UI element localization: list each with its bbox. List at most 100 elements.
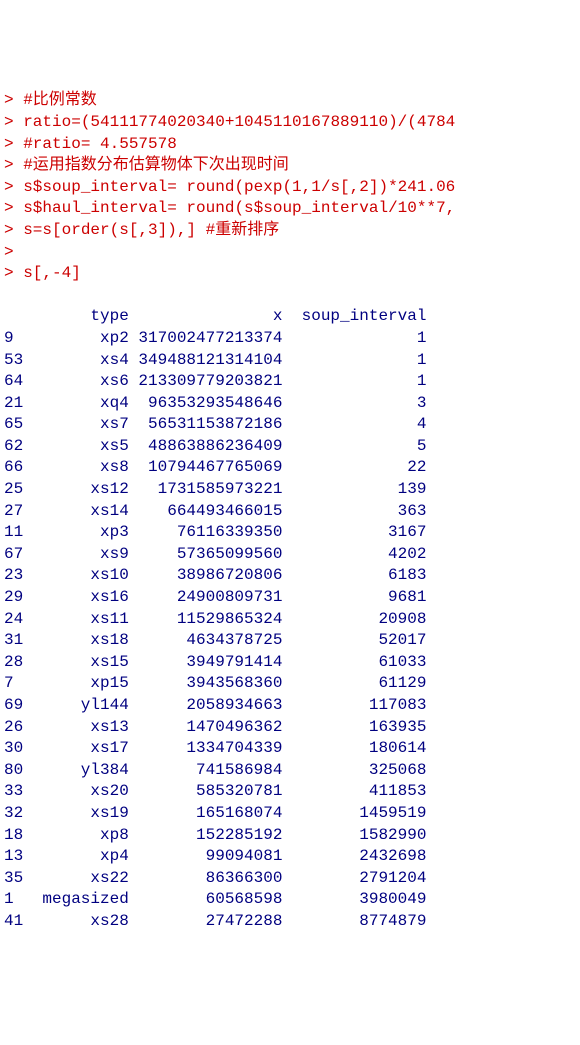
table-row: 1megasized605685983980049	[4, 889, 580, 911]
row-index: 53	[4, 350, 33, 372]
table-header: typexsoup_interval	[4, 306, 580, 328]
row-soup-interval: 3	[282, 393, 426, 415]
row-type: xs19	[33, 803, 129, 825]
console-output: > #比例常数> ratio=(54111774020340+104511016…	[4, 90, 580, 284]
row-index: 80	[4, 760, 33, 782]
row-type: xs14	[33, 501, 129, 523]
row-x: 213309779203821	[129, 371, 283, 393]
row-soup-interval: 363	[282, 501, 426, 523]
table-row: 66xs81079446776506922	[4, 457, 580, 479]
row-soup-interval: 2432698	[282, 846, 426, 868]
row-x: 2058934663	[129, 695, 283, 717]
row-index: 24	[4, 609, 33, 631]
row-type: xs11	[33, 609, 129, 631]
row-soup-interval: 5	[282, 436, 426, 458]
row-type: xs16	[33, 587, 129, 609]
table-row: 27xs14664493466015363	[4, 501, 580, 523]
row-index: 1	[4, 889, 33, 911]
row-soup-interval: 9681	[282, 587, 426, 609]
console-line: > s$soup_interval= round(pexp(1,1/s[,2])…	[4, 177, 580, 199]
row-x: 86366300	[129, 868, 283, 890]
table-row: 13xp4990940812432698	[4, 846, 580, 868]
row-x: 48863886236409	[129, 436, 283, 458]
table-row: 53xs43494881213141041	[4, 350, 580, 372]
row-soup-interval: 117083	[282, 695, 426, 717]
row-soup-interval: 139	[282, 479, 426, 501]
table-row: 11xp3761163393503167	[4, 522, 580, 544]
row-x: 317002477213374	[129, 328, 283, 350]
row-index: 23	[4, 565, 33, 587]
table-row: 80yl384741586984325068	[4, 760, 580, 782]
table-row: 64xs62133097792038211	[4, 371, 580, 393]
row-x: 1334704339	[129, 738, 283, 760]
row-soup-interval: 4202	[282, 544, 426, 566]
row-x: 10794467765069	[129, 457, 283, 479]
row-type: xp2	[33, 328, 129, 350]
row-index: 26	[4, 717, 33, 739]
row-index: 69	[4, 695, 33, 717]
row-type: xp3	[33, 522, 129, 544]
row-index: 29	[4, 587, 33, 609]
row-index: 64	[4, 371, 33, 393]
row-x: 57365099560	[129, 544, 283, 566]
row-x: 3943568360	[129, 673, 283, 695]
row-type: xs6	[33, 371, 129, 393]
row-x: 664493466015	[129, 501, 283, 523]
row-x: 24900809731	[129, 587, 283, 609]
table-row: 69yl1442058934663117083	[4, 695, 580, 717]
console-line: >	[4, 242, 580, 264]
row-soup-interval: 325068	[282, 760, 426, 782]
row-index: 31	[4, 630, 33, 652]
row-type: xp8	[33, 825, 129, 847]
console-line: > s=s[order(s[,3]),] #重新排序	[4, 220, 580, 242]
table-row: 31xs18463437872552017	[4, 630, 580, 652]
row-x: 585320781	[129, 781, 283, 803]
row-type: xs10	[33, 565, 129, 587]
row-type: xs5	[33, 436, 129, 458]
row-index: 67	[4, 544, 33, 566]
row-x: 60568598	[129, 889, 283, 911]
table-row: 18xp81522851921582990	[4, 825, 580, 847]
col-type-header: type	[33, 306, 129, 328]
row-soup-interval: 61033	[282, 652, 426, 674]
row-x: 1470496362	[129, 717, 283, 739]
row-soup-interval: 1	[282, 328, 426, 350]
row-type: megasized	[33, 889, 129, 911]
row-type: xs7	[33, 414, 129, 436]
console-line: > #运用指数分布估算物体下次出现时间	[4, 155, 580, 177]
row-type: xp4	[33, 846, 129, 868]
row-index: 30	[4, 738, 33, 760]
row-x: 741586984	[129, 760, 283, 782]
row-type: xs4	[33, 350, 129, 372]
row-index: 13	[4, 846, 33, 868]
table-row: 7xp15394356836061129	[4, 673, 580, 695]
row-soup-interval: 3980049	[282, 889, 426, 911]
col-x-header: x	[129, 306, 283, 328]
table-row: 28xs15394979141461033	[4, 652, 580, 674]
row-soup-interval: 1582990	[282, 825, 426, 847]
row-type: xp15	[33, 673, 129, 695]
console-line: > ratio=(54111774020340+1045110167889110…	[4, 112, 580, 134]
row-soup-interval: 2791204	[282, 868, 426, 890]
row-index: 32	[4, 803, 33, 825]
row-index: 35	[4, 868, 33, 890]
row-x: 27472288	[129, 911, 283, 933]
row-soup-interval: 1459519	[282, 803, 426, 825]
row-type: xs8	[33, 457, 129, 479]
table-row: 30xs171334704339180614	[4, 738, 580, 760]
table-row: 67xs9573650995604202	[4, 544, 580, 566]
row-x: 11529865324	[129, 609, 283, 631]
table-row: 24xs111152986532420908	[4, 609, 580, 631]
table-row: 26xs131470496362163935	[4, 717, 580, 739]
row-x: 56531153872186	[129, 414, 283, 436]
table-row: 21xq4963532935486463	[4, 393, 580, 415]
row-soup-interval: 4	[282, 414, 426, 436]
row-type: yl144	[33, 695, 129, 717]
row-type: xs15	[33, 652, 129, 674]
row-soup-interval: 6183	[282, 565, 426, 587]
row-x: 3949791414	[129, 652, 283, 674]
row-index: 9	[4, 328, 33, 350]
row-soup-interval: 20908	[282, 609, 426, 631]
row-type: xs18	[33, 630, 129, 652]
row-type: xq4	[33, 393, 129, 415]
